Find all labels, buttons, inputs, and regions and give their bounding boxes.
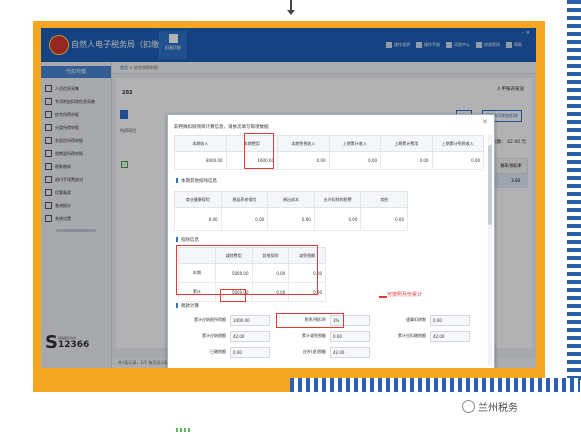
dialog-scrollbar[interactable] (488, 135, 492, 365)
header-exempt: 本期免税收入 (277, 135, 330, 152)
highlight-rate (276, 313, 344, 328)
header-prev-expense: 上期累计费用 (380, 135, 433, 152)
header-prev-exempt: 上期累计免税收入 (431, 135, 484, 152)
tax-calc-dialog: 非特殊扣除项目计算信息，请依次填写每项数据 ✕ 本期收入 本期费用 本期免税收入… (167, 114, 495, 368)
section-tax-calc: 税款计算 (176, 303, 199, 309)
prev-exempt-value[interactable]: 0.00 (431, 151, 484, 170)
payable-label: 累计应纳税额 (202, 333, 226, 338)
reduction-field[interactable]: 0.00 (330, 331, 370, 342)
income-table: 本期收入 本期费用 本期免税收入 上期累计收入 上期累计费用 上期累计免税收入 … (174, 135, 484, 170)
quick-deduction-field[interactable]: 0.00 (430, 315, 470, 326)
close-icon[interactable]: ✕ (482, 118, 488, 126)
account-name: 兰州税务 (478, 403, 518, 414)
highlight-deduction (176, 245, 318, 295)
app-window: 自然人电子税务局（扣缴端） 扣缴功能 操作说明 操作手册 消息中心 修改密码 帮… (41, 28, 536, 368)
header-other: 其他 (360, 191, 408, 208)
annotation-pointer (379, 296, 387, 298)
green-dash-decoration (176, 428, 190, 432)
taxable-field[interactable]: 1400.00 (230, 315, 270, 326)
health-insurance-value[interactable]: 0.00 (174, 207, 222, 231)
highlight-cumulative (220, 289, 246, 302)
prev-income-value[interactable]: 0.00 (328, 151, 381, 170)
header-prev-income: 上期累计收入 (328, 135, 381, 152)
cost-value[interactable]: 0.00 (267, 207, 315, 231)
exempt-value[interactable]: 0.00 (277, 151, 330, 170)
withheld-label: 累计应扣缴税额 (398, 333, 426, 338)
annotation-note: 可按照月份累计 (387, 292, 423, 298)
allowed-tax-value[interactable]: 0.00 (313, 207, 362, 231)
header-income: 本期收入 (174, 135, 227, 152)
other-value[interactable]: 0.00 (360, 207, 408, 231)
prepaid-label: 已缴税额 (210, 349, 226, 354)
taxable-label: 累计应纳税所得额 (194, 317, 226, 322)
arrow-down-icon (287, 0, 295, 15)
payable-field[interactable]: 42.00 (230, 331, 270, 342)
pension-value[interactable]: 0.00 (220, 207, 269, 231)
highlight-expense (244, 133, 274, 169)
header-cost: 捐出成本 (267, 191, 315, 208)
refund-field[interactable]: 42.00 (330, 347, 370, 358)
income-value[interactable]: 8000.00 (174, 151, 227, 170)
blue-wave-border-bottom (290, 378, 580, 392)
blue-wave-border-right (567, 0, 581, 380)
withheld-field[interactable]: 42.00 (430, 331, 470, 342)
refund-label: 应补(退)税额 (302, 349, 326, 354)
header-pension: 税延养老保险 (220, 191, 269, 208)
dialog-title: 非特殊扣除项目计算信息，请依次填写每项数据 (174, 125, 269, 130)
reduction-label: 累计减免税额 (302, 333, 326, 338)
prev-expense-value[interactable]: 0.00 (380, 151, 433, 170)
header-allowed-tax: 允许扣除的税费 (313, 191, 362, 208)
wechat-icon (462, 400, 475, 413)
other-deduction-table: 商业健康保险 税延养老保险 捐出成本 允许扣除的税费 其他 0.00 0.00 … (174, 191, 408, 231)
section-other-deduction: 本期其他扣除信息 (176, 178, 217, 184)
prepaid-field[interactable]: 0.00 (230, 347, 270, 358)
section-deduction: 扣除信息 (176, 237, 199, 243)
header-health-insurance: 商业健康保险 (174, 191, 222, 208)
scrollbar-thumb[interactable] (488, 145, 492, 225)
quick-deduction-label: 速算扣除数 (406, 317, 426, 322)
